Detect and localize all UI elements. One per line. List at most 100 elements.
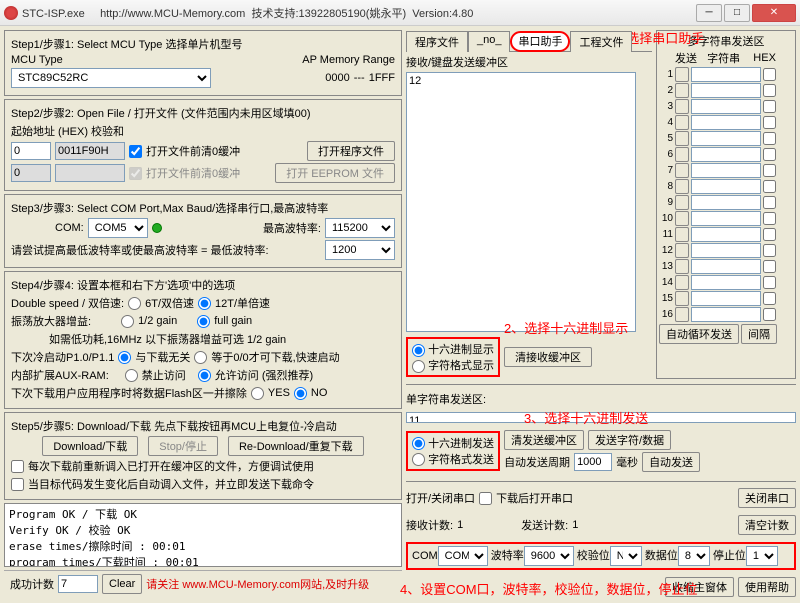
databits-select[interactable]: 8 — [678, 546, 710, 566]
ms-hex-15[interactable] — [763, 292, 776, 305]
open-program-file-button[interactable]: 打开程序文件 — [307, 141, 395, 161]
send-char-radio[interactable] — [412, 453, 425, 466]
maximize-button[interactable]: □ — [724, 4, 750, 22]
ms-send-15[interactable] — [675, 291, 689, 306]
tab-no[interactable]: _no_ — [468, 31, 510, 52]
ms-str-7[interactable] — [691, 163, 761, 178]
erase-yes-radio[interactable] — [251, 387, 264, 400]
ms-str-8[interactable] — [691, 179, 761, 194]
minimize-button[interactable]: ─ — [696, 4, 722, 22]
clear-buf1-checkbox[interactable] — [129, 145, 142, 158]
ms-str-5[interactable] — [691, 131, 761, 146]
ms-hex-9[interactable] — [763, 196, 776, 209]
cold-b-radio[interactable] — [194, 351, 207, 364]
ms-send-11[interactable] — [675, 227, 689, 242]
ms-str-14[interactable] — [691, 275, 761, 290]
rx-buffer[interactable]: 12 — [406, 72, 636, 332]
ms-str-3[interactable] — [691, 99, 761, 114]
ms-send-1[interactable] — [675, 67, 689, 82]
ms-hex-4[interactable] — [763, 116, 776, 129]
ms-str-4[interactable] — [691, 115, 761, 130]
tab-program-file[interactable]: 程序文件 — [406, 31, 468, 52]
help-button[interactable]: 使用帮助 — [738, 577, 796, 597]
erase-no-radio[interactable] — [294, 387, 307, 400]
after-dl-checkbox[interactable] — [479, 492, 492, 505]
close-port-button[interactable]: 关闭串口 — [738, 488, 796, 508]
baud-select[interactable]: 9600 — [524, 546, 574, 566]
ms-hex-1[interactable] — [763, 68, 776, 81]
ms-str-10[interactable] — [691, 211, 761, 226]
ms-hex-14[interactable] — [763, 276, 776, 289]
ms-send-16[interactable] — [675, 307, 689, 322]
ms-send-4[interactable] — [675, 115, 689, 130]
ms-send-10[interactable] — [675, 211, 689, 226]
full-gain-radio[interactable] — [197, 315, 210, 328]
ms-send-3[interactable] — [675, 99, 689, 114]
ms-str-13[interactable] — [691, 259, 761, 274]
send-string-button[interactable]: 发送字符/数据 — [588, 430, 671, 450]
disp-hex-radio[interactable] — [412, 344, 425, 357]
ms-str-12[interactable] — [691, 243, 761, 258]
com-port-select[interactable]: COM5 — [88, 218, 148, 238]
max-baud-select[interactable]: 115200 — [325, 218, 395, 238]
min-baud-select[interactable]: 1200 — [325, 240, 395, 260]
stopbits-select[interactable]: 1 — [746, 546, 778, 566]
ms-send-7[interactable] — [675, 163, 689, 178]
ms-send-6[interactable] — [675, 147, 689, 162]
half-gain-radio[interactable] — [121, 315, 134, 328]
mcu-type-select[interactable]: STC89C52RC — [11, 68, 211, 88]
clear-counts-button[interactable]: 清空计数 — [738, 515, 796, 535]
clear-tx-button[interactable]: 清发送缓冲区 — [504, 430, 584, 450]
auto-period-input[interactable] — [574, 453, 612, 471]
clear-count-button[interactable]: Clear — [102, 574, 142, 594]
addr1-input[interactable] — [11, 142, 51, 160]
gap-button[interactable]: 间隔 — [741, 324, 777, 344]
auto-send-button[interactable]: 自动发送 — [642, 452, 700, 472]
6t-radio[interactable] — [128, 297, 141, 310]
cold-a-radio[interactable] — [118, 351, 131, 364]
ms-str-15[interactable] — [691, 291, 761, 306]
ms-hex-5[interactable] — [763, 132, 776, 145]
ms-send-13[interactable] — [675, 259, 689, 274]
ms-send-12[interactable] — [675, 243, 689, 258]
ms-hex-10[interactable] — [763, 212, 776, 225]
ms-hex-13[interactable] — [763, 260, 776, 273]
tab-project-file[interactable]: 工程文件 — [570, 31, 632, 52]
close-button[interactable]: ✕ — [752, 4, 796, 22]
ms-send-9[interactable] — [675, 195, 689, 210]
ms-str-1[interactable] — [691, 67, 761, 82]
clear-rx-button[interactable]: 清接收缓冲区 — [504, 347, 592, 367]
ms-str-9[interactable] — [691, 195, 761, 210]
ms-hex-6[interactable] — [763, 148, 776, 161]
tab-serial-helper[interactable]: 串口助手 — [510, 31, 570, 52]
serial-com-select[interactable]: COM5 — [438, 546, 488, 566]
ms-send-2[interactable] — [675, 83, 689, 98]
ms-str-11[interactable] — [691, 227, 761, 242]
annotation-4: 4、设置COM口，波特率，校验位，数据位，停止位 — [400, 579, 698, 598]
aux-deny-radio[interactable] — [125, 369, 138, 382]
clear-buf2-checkbox — [129, 167, 142, 180]
12t-radio[interactable] — [198, 297, 211, 310]
download-button[interactable]: Download/下载 — [42, 436, 138, 456]
ms-str-6[interactable] — [691, 147, 761, 162]
ms-str-2[interactable] — [691, 83, 761, 98]
ms-send-5[interactable] — [675, 131, 689, 146]
ms-str-16[interactable] — [691, 307, 761, 322]
ms-send-8[interactable] — [675, 179, 689, 194]
ms-send-14[interactable] — [675, 275, 689, 290]
auto-reload-checkbox[interactable] — [11, 478, 24, 491]
disp-char-radio[interactable] — [412, 360, 425, 373]
ms-hex-12[interactable] — [763, 244, 776, 257]
reload-checkbox[interactable] — [11, 460, 24, 473]
redownload-button[interactable]: Re-Download/重复下载 — [228, 436, 364, 456]
ms-hex-16[interactable] — [763, 308, 776, 321]
aux-allow-radio[interactable] — [198, 369, 211, 382]
loop-send-button[interactable]: 自动循环发送 — [659, 324, 739, 344]
ms-hex-7[interactable] — [763, 164, 776, 177]
parity-select[interactable]: N — [610, 546, 642, 566]
ms-hex-2[interactable] — [763, 84, 776, 97]
ms-hex-8[interactable] — [763, 180, 776, 193]
send-hex-radio[interactable] — [412, 437, 425, 450]
ms-hex-11[interactable] — [763, 228, 776, 241]
ms-hex-3[interactable] — [763, 100, 776, 113]
